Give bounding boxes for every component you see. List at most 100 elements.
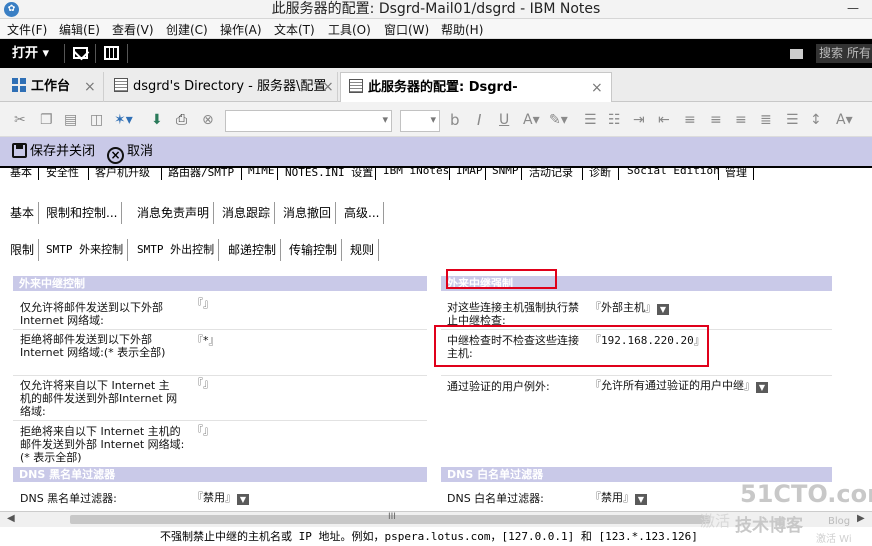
- bullets-icon[interactable]: ☰: [584, 112, 597, 128]
- chevron-down-icon[interactable]: ▼: [657, 304, 669, 315]
- auth-users-select[interactable]: 『允许所有通过验证的用户中继』 ▼: [590, 379, 768, 393]
- save-and-close-button[interactable]: 保存并关闭: [12, 142, 95, 162]
- field-label: 仅允许将来自以下 Internet 主机的邮件发送到外部Internet 网络域…: [20, 379, 178, 418]
- subtab-advanced[interactable]: 高级...: [340, 202, 385, 224]
- tab-diagnostics[interactable]: 诊断: [589, 168, 611, 180]
- tab-security[interactable]: 安全性: [46, 168, 79, 180]
- paste-special-icon[interactable]: ◫: [90, 112, 103, 128]
- save-icon: [12, 143, 27, 158]
- tab-basics[interactable]: 基本: [10, 168, 32, 180]
- tab-notes-ini[interactable]: NOTES.INI 设置: [285, 168, 373, 180]
- allow-domains-field[interactable]: 『』: [192, 297, 214, 311]
- subtab-basics[interactable]: 基本: [6, 202, 40, 224]
- close-icon[interactable]: ×: [322, 72, 334, 102]
- tab-admin[interactable]: 管理: [725, 168, 747, 180]
- cancel-button[interactable]: × 取消: [107, 142, 153, 164]
- align-center-icon[interactable]: ≡: [710, 112, 722, 128]
- subtab-limits[interactable]: 限制: [6, 239, 40, 261]
- scroll-right-icon[interactable]: ▶: [857, 513, 865, 524]
- tab-workspace[interactable]: 工作台 ×: [4, 72, 104, 102]
- search-input[interactable]: 搜索 所有: [816, 44, 872, 63]
- tab-activity[interactable]: 活动记录: [529, 168, 573, 180]
- toolbar-separator: [127, 44, 128, 63]
- italic-icon[interactable]: I: [477, 112, 481, 128]
- menu-actions[interactable]: 操作(A): [220, 21, 262, 38]
- tab-inotes[interactable]: IBM iNotes: [383, 168, 449, 177]
- cut-icon[interactable]: ✂: [14, 112, 26, 128]
- styles-icon[interactable]: A▾: [836, 112, 853, 128]
- blog-watermark: 技术博客: [735, 516, 803, 536]
- menu-create[interactable]: 创建(C): [166, 21, 208, 38]
- line-spacing-icon[interactable]: ↕: [810, 112, 822, 128]
- tab-divider: [277, 168, 278, 180]
- chevron-down-icon[interactable]: ▼: [237, 494, 249, 505]
- outdent-icon[interactable]: ⇤: [658, 112, 670, 128]
- save-and-close-label: 保存并关闭: [30, 144, 96, 159]
- tab-mime[interactable]: MIME: [248, 168, 275, 177]
- stop-icon[interactable]: ⊗: [202, 112, 214, 128]
- indent-icon[interactable]: ⇥: [633, 112, 645, 128]
- subtab-smtp-inbound[interactable]: SMTP 外来控制: [42, 239, 129, 261]
- new-icon[interactable]: ✶▾: [114, 112, 133, 128]
- tab-imap[interactable]: IMAP: [456, 168, 483, 177]
- chevron-down-icon[interactable]: ▼: [756, 382, 768, 393]
- subtab-restrictions[interactable]: 限制和控制...: [42, 202, 123, 224]
- row-divider: [441, 375, 832, 376]
- deny-domains-field[interactable]: 『*』: [192, 334, 220, 348]
- dns-whitelist-select[interactable]: 『禁用』 ▼: [590, 491, 647, 505]
- align-icon[interactable]: ☰: [786, 112, 799, 128]
- menu-text[interactable]: 文本(T): [274, 21, 315, 38]
- subtab-delivery[interactable]: 邮递控制: [224, 239, 282, 261]
- allow-hosts-field[interactable]: 『』: [192, 377, 214, 391]
- highlight-icon[interactable]: ✎▾: [549, 112, 568, 128]
- attach-icon[interactable]: ⬇: [151, 112, 163, 128]
- numbering-icon[interactable]: ☷: [608, 112, 621, 128]
- minimize-button[interactable]: —: [840, 2, 866, 16]
- tab-router-smtp[interactable]: 路由器/SMTP: [168, 168, 234, 180]
- underline-icon[interactable]: U: [499, 112, 509, 128]
- activate-watermark-2: 激活 Wi: [816, 534, 852, 545]
- dns-blacklist-select[interactable]: 『禁用』 ▼: [192, 491, 249, 505]
- tab-snmp[interactable]: SNMP: [492, 168, 519, 177]
- text-color-icon[interactable]: A▾: [523, 112, 540, 128]
- subtab-smtp-outbound[interactable]: SMTP 外出控制: [133, 239, 220, 261]
- mail-icon[interactable]: [73, 47, 88, 59]
- subtab-recall[interactable]: 消息撤回: [279, 202, 337, 224]
- menu-window[interactable]: 窗口(W): [384, 21, 429, 38]
- font-size-select[interactable]: [400, 110, 440, 132]
- subtab-rules[interactable]: 规则: [346, 239, 380, 261]
- tab-server-config[interactable]: 此服务器的配置: Dsgrd-Mail01/dsgrd ×: [340, 72, 612, 125]
- open-button[interactable]: 打开 ▾: [6, 44, 55, 64]
- tab-social-edition[interactable]: Social Edition: [627, 168, 720, 177]
- exclude-hosts-field[interactable]: 『192.168.220.20』: [590, 334, 705, 348]
- menu-edit[interactable]: 编辑(E): [59, 21, 100, 38]
- tab-label: dsgrd's Directory - 服务器\配置: [133, 79, 327, 94]
- enforce-relay-select[interactable]: 『外部主机』 ▼: [590, 301, 669, 315]
- bold-icon[interactable]: b: [450, 112, 460, 128]
- deny-hosts-field[interactable]: 『』: [192, 424, 214, 438]
- font-select[interactable]: [225, 110, 392, 132]
- print-icon[interactable]: ⎙: [176, 112, 187, 128]
- menu-tools[interactable]: 工具(O): [328, 21, 371, 38]
- tab-directory[interactable]: dsgrd's Directory - 服务器\配置 ×: [106, 72, 338, 102]
- align-right-icon[interactable]: ≡: [735, 112, 747, 128]
- highlight-box: [446, 269, 557, 289]
- calendar-icon[interactable]: [104, 46, 119, 60]
- justify-icon[interactable]: ≣: [760, 112, 772, 128]
- tab-divider: [88, 168, 89, 180]
- menu-view[interactable]: 查看(V): [112, 21, 154, 38]
- close-icon[interactable]: ×: [84, 72, 96, 102]
- menu-help[interactable]: 帮助(H): [441, 21, 483, 38]
- menu-file[interactable]: 文件(F): [7, 21, 47, 38]
- subtab-tracking[interactable]: 消息跟踪: [218, 202, 276, 224]
- close-icon[interactable]: ×: [591, 73, 603, 103]
- copy-icon[interactable]: ❐: [40, 112, 53, 128]
- scroll-left-icon[interactable]: ◀: [7, 513, 15, 524]
- chevron-down-icon[interactable]: ▼: [635, 494, 647, 505]
- tab-client-upgrade[interactable]: 客户机升级: [95, 168, 150, 180]
- align-left-icon[interactable]: ≡: [684, 112, 696, 128]
- paste-icon[interactable]: ▤: [64, 112, 77, 128]
- mail-dropdown-icon[interactable]: [790, 49, 803, 59]
- subtab-transfer[interactable]: 传输控制: [285, 239, 343, 261]
- subtab-disclaimer[interactable]: 消息免责声明: [133, 202, 215, 224]
